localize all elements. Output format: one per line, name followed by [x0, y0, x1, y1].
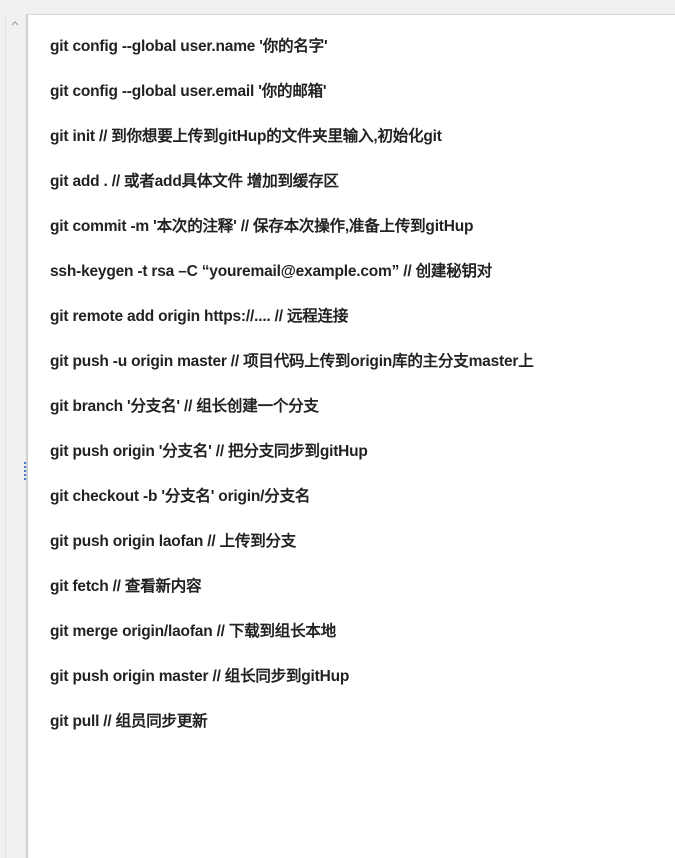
code-line[interactable]: git push origin laofan // 上传到分支: [50, 523, 660, 568]
left-gutter: [0, 14, 28, 858]
splitter-grip-icon[interactable]: [23, 462, 27, 482]
code-line[interactable]: git commit -m '本次的注释' // 保存本次操作,准备上传到git…: [50, 208, 660, 253]
code-line[interactable]: ssh-keygen -t rsa –C “youremail@example.…: [50, 253, 660, 298]
code-line[interactable]: git push -u origin master // 项目代码上传到orig…: [50, 343, 660, 388]
code-line[interactable]: git merge origin/laofan // 下载到组长本地: [50, 613, 660, 658]
code-line[interactable]: git init // 到你想要上传到gitHup的文件夹里输入,初始化git: [50, 118, 660, 163]
gutter-divider: [5, 14, 6, 858]
code-line[interactable]: git add . // 或者add具体文件 增加到缓存区: [50, 163, 660, 208]
code-line[interactable]: git checkout -b '分支名' origin/分支名: [50, 478, 660, 523]
code-line[interactable]: git fetch // 查看新内容: [50, 568, 660, 613]
code-line[interactable]: git remote add origin https://.... // 远程…: [50, 298, 660, 343]
code-line[interactable]: git config --global user.email '你的邮箱': [50, 73, 660, 118]
editor-content[interactable]: git config --global user.name '你的名字' git…: [50, 28, 660, 748]
top-toolbar-strip: [0, 0, 675, 15]
code-line[interactable]: git branch '分支名' // 组长创建一个分支: [50, 388, 660, 433]
code-line[interactable]: git config --global user.name '你的名字': [50, 28, 660, 73]
code-line[interactable]: git pull // 组员同步更新: [50, 703, 660, 748]
chevron-up-icon[interactable]: [10, 18, 20, 28]
code-line[interactable]: git push origin '分支名' // 把分支同步到gitHup: [50, 433, 660, 478]
code-line[interactable]: git push origin master // 组长同步到gitHup: [50, 658, 660, 703]
